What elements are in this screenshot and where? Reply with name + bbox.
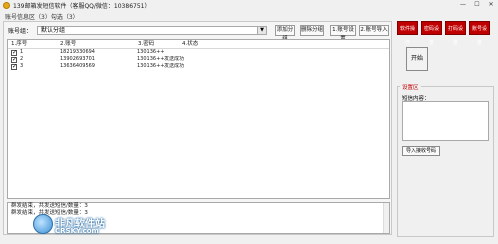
group-select-value: 默认分组 bbox=[41, 27, 66, 34]
log-line: 群发结束，共发送短信/数量：3 bbox=[11, 203, 88, 209]
minimize-button[interactable]: — bbox=[456, 0, 470, 9]
row-account: 13636409569 bbox=[60, 63, 95, 69]
tab-captcha-settings[interactable]: 打码设置 bbox=[445, 21, 466, 46]
delete-group-button[interactable]: 删除分组 bbox=[300, 25, 324, 36]
table-row[interactable]: 3 13636409569 130136++ 发送成功 bbox=[8, 63, 389, 70]
row-account: 18219330694 bbox=[60, 49, 95, 55]
col-header-password[interactable]: 3.密码 bbox=[138, 40, 182, 48]
account-panel: 账号组： 默认分组 ▼ 添加分组 删除分组 1.账号设置 2.账号导入 1.序号… bbox=[3, 21, 392, 235]
close-button[interactable]: ✕ bbox=[484, 0, 498, 9]
row-account: 13902693701 bbox=[60, 56, 95, 62]
row-status: 发送成功 bbox=[164, 63, 185, 69]
row-num: 2 bbox=[20, 56, 24, 62]
title-bar: 139邮箱发短信软件（客服QQ/微信：10386751） — ☐ ✕ bbox=[0, 0, 498, 11]
row-num: 1 bbox=[20, 49, 24, 55]
row-status: 发送成功 bbox=[164, 56, 185, 62]
group-label: 账号组： bbox=[8, 28, 33, 35]
add-group-button[interactable]: 添加分组 bbox=[275, 25, 295, 42]
settings-panel: 设置区 短信内容： 导入接收号码 bbox=[397, 83, 494, 237]
start-button[interactable]: 开始 bbox=[406, 47, 428, 71]
row-password: 130136++ bbox=[137, 49, 164, 55]
account-toolbar: 账号组： 默认分组 ▼ bbox=[8, 25, 268, 36]
group-select[interactable]: 默认分组 ▼ bbox=[37, 26, 268, 35]
watermark-en: CRSKY.com bbox=[55, 227, 99, 235]
col-header-status[interactable]: 4.状态 bbox=[182, 40, 242, 48]
app-icon bbox=[3, 2, 10, 9]
row-password: 130136++ bbox=[137, 56, 164, 62]
col-header-num[interactable]: 1.序号 bbox=[8, 40, 60, 48]
account-info-label: 账号信息区（3）勾选（3） bbox=[5, 14, 79, 21]
watermark-logo-icon bbox=[33, 214, 53, 234]
tab-password-settings[interactable]: 密码设置 bbox=[421, 21, 442, 46]
maximize-button[interactable]: ☐ bbox=[470, 0, 484, 9]
account-import-button[interactable]: 2.账号导入 bbox=[359, 25, 389, 36]
account-table: 1.序号 2.账号 3.密码 4.状态 1 18219330694 130136… bbox=[7, 39, 390, 199]
window-title: 139邮箱发短信软件（客服QQ/微信：10386751） bbox=[13, 3, 151, 10]
row-password: 130136++ bbox=[137, 63, 164, 69]
tab-software-operation[interactable]: 软件操作 bbox=[397, 21, 418, 46]
watermark: 非凡软件站 CRSKY.com bbox=[33, 212, 111, 240]
import-numbers-button[interactable]: 导入接收号码 bbox=[402, 146, 440, 156]
table-header: 1.序号 2.账号 3.密码 4.状态 bbox=[8, 40, 389, 49]
col-header-account[interactable]: 2.账号 bbox=[60, 40, 138, 48]
table-row[interactable]: 1 18219330694 130136++ bbox=[8, 49, 389, 56]
row-num: 3 bbox=[20, 63, 24, 69]
table-row[interactable]: 2 13902693701 130136++ 发送成功 bbox=[8, 56, 389, 63]
settings-legend: 设置区 bbox=[400, 83, 421, 91]
chevron-down-icon[interactable]: ▼ bbox=[257, 27, 267, 34]
account-settings-button[interactable]: 1.账号设置 bbox=[330, 25, 356, 42]
row-checkbox[interactable] bbox=[11, 63, 17, 70]
sms-content-textarea[interactable] bbox=[402, 101, 489, 141]
tab-account-settings[interactable]: 账号设置 bbox=[469, 21, 490, 46]
log-scrollbar[interactable] bbox=[383, 203, 389, 233]
